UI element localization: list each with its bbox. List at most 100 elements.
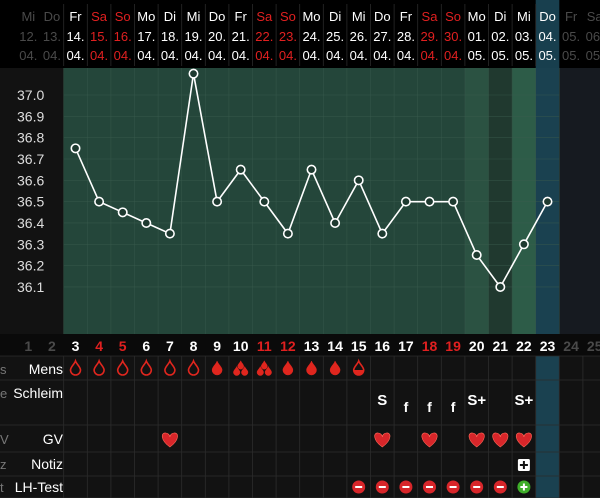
lh-minus [496,486,504,488]
header-day-1[interactable]: Mi 12. 04. [19,9,37,63]
header-month: 04. [161,48,179,63]
temperature-point-day-6[interactable] [141,217,152,228]
y-tick-label: 36.8 [17,130,44,146]
lh-negative-icon[interactable] [446,480,460,494]
header-day-25[interactable]: Sa 06. 05. [586,9,600,63]
edge-label: t [0,480,4,495]
lh-minus [378,486,386,488]
temperature-point-day-9[interactable] [212,196,223,207]
note-plus-icon[interactable] [517,459,530,471]
lh-positive-icon[interactable] [517,480,531,494]
cycle-chart-svg[interactable]: Mi 12. 04. Do 13. 04. Fr 14. 04. Sa 15. 04. So 16. 04.… [0,0,600,498]
header-month: 04. [232,48,250,63]
cycle-day-number: 16 [375,338,391,354]
header-month: 04. [255,48,273,63]
temperature-point-day-19[interactable] [448,196,459,207]
cycle-day-number: 22 [516,338,532,354]
lh-negative-icon[interactable] [423,480,436,494]
chart-area-fertile-mid [488,68,513,334]
cycle-day-number: 5 [119,338,127,354]
schleim-mark: S [377,392,387,409]
temperature-point-day-18[interactable] [424,196,435,207]
header-daynum: 14. [66,29,84,44]
header-month: 04. [114,48,132,63]
row-label-schleim: Schleim [13,385,63,401]
temperature-point-day-14[interactable] [330,217,341,228]
cycle-day-number: 21 [493,338,509,354]
lh-plus-v [522,483,525,491]
header-month: 05. [538,48,556,63]
temperature-point-day-15[interactable] [353,175,364,186]
header-month: 04. [184,48,202,63]
header-daynum: 04. [538,29,556,44]
header-day-16[interactable]: Do 27. 04. [370,4,392,66]
header-day-6[interactable]: Mo 17. 04. [134,4,156,66]
lh-minus [402,486,410,488]
temperature-point-day-12[interactable] [282,228,293,239]
header-weekday: Mi [187,9,201,24]
lh-negative-icon[interactable] [493,480,507,494]
header-day-9[interactable]: Do 20. 04. [204,4,226,66]
header-day-19[interactable]: So 30. 04. [440,4,462,66]
header-daynum: 23. [279,29,297,44]
header-day-23[interactable]: Do 04. 05. [535,4,557,66]
header-month: 04. [350,48,368,63]
temperature-point-day-22[interactable] [518,239,529,250]
header-day-12[interactable]: So 23. 04. [275,4,297,66]
header-day-13[interactable]: Mo 24. 04. [299,4,321,66]
header-daynum: 12. [19,29,37,44]
row-label-mens: Mens [29,361,63,377]
header-weekday: Fr [235,9,248,24]
temperature-point-day-13[interactable] [306,164,317,175]
header-day-11[interactable]: Sa 22. 04. [252,4,274,66]
header-daynum: 21. [232,29,250,44]
lh-negative-icon[interactable] [399,480,413,494]
header-weekday: Do [44,9,61,24]
header-month: 04. [137,48,155,63]
header-weekday: So [115,9,131,24]
temperature-point-day-4[interactable] [94,196,105,207]
note-plus-v [522,461,525,469]
lh-negative-icon[interactable] [470,480,484,494]
header-weekday: Di [329,9,341,24]
header-month: 04. [19,48,37,63]
cycle-day-number: 25 [587,338,600,354]
temperature-point-day-3[interactable] [70,143,81,154]
today-column-highlight [535,0,560,498]
cycle-day-number: 20 [469,338,485,354]
cycle-day-number: 2 [48,338,56,354]
header-day-20[interactable]: Mo 01. 05. [464,4,486,66]
temperature-point-day-10[interactable] [235,164,246,175]
lh-negative-icon[interactable] [352,480,366,494]
header-weekday: Mo [302,9,320,24]
header-day-18[interactable]: Sa 29. 04. [417,4,439,66]
edge-label: s [0,362,7,377]
temperature-point-day-16[interactable] [377,228,388,239]
header-month: 05. [562,48,580,63]
lh-negative-icon[interactable] [375,480,389,494]
temperature-point-day-20[interactable] [471,249,482,260]
header-weekday: Do [374,9,391,24]
header-weekday: Sa [587,9,600,24]
temperature-point-day-11[interactable] [259,196,270,207]
header-weekday: Mo [468,9,486,24]
temperature-point-day-21[interactable] [495,281,506,292]
temperature-point-day-17[interactable] [400,196,411,207]
header-daynum: 15. [90,29,108,44]
temperature-point-day-5[interactable] [117,207,128,218]
cycle-day-number: 23 [540,338,556,354]
header-month: 04. [397,48,415,63]
temperature-point-day-8[interactable] [188,68,199,79]
header-weekday: So [445,9,461,24]
header-weekday: Do [539,9,556,24]
temperature-point-day-7[interactable] [164,228,175,239]
header-day-4[interactable]: Sa 15. 04. [86,4,108,66]
header-day-5[interactable]: So 16. 04. [110,4,132,66]
header-weekday: Mo [137,9,155,24]
temperature-point-day-23[interactable] [542,196,553,207]
cycle-day-number: 3 [72,338,80,354]
cycle-day-number: 10 [233,338,249,354]
chart-area-fertile-peak [512,68,536,334]
header-daynum: 27. [373,29,391,44]
header-day-2[interactable]: Do 13. 04. [43,9,61,63]
